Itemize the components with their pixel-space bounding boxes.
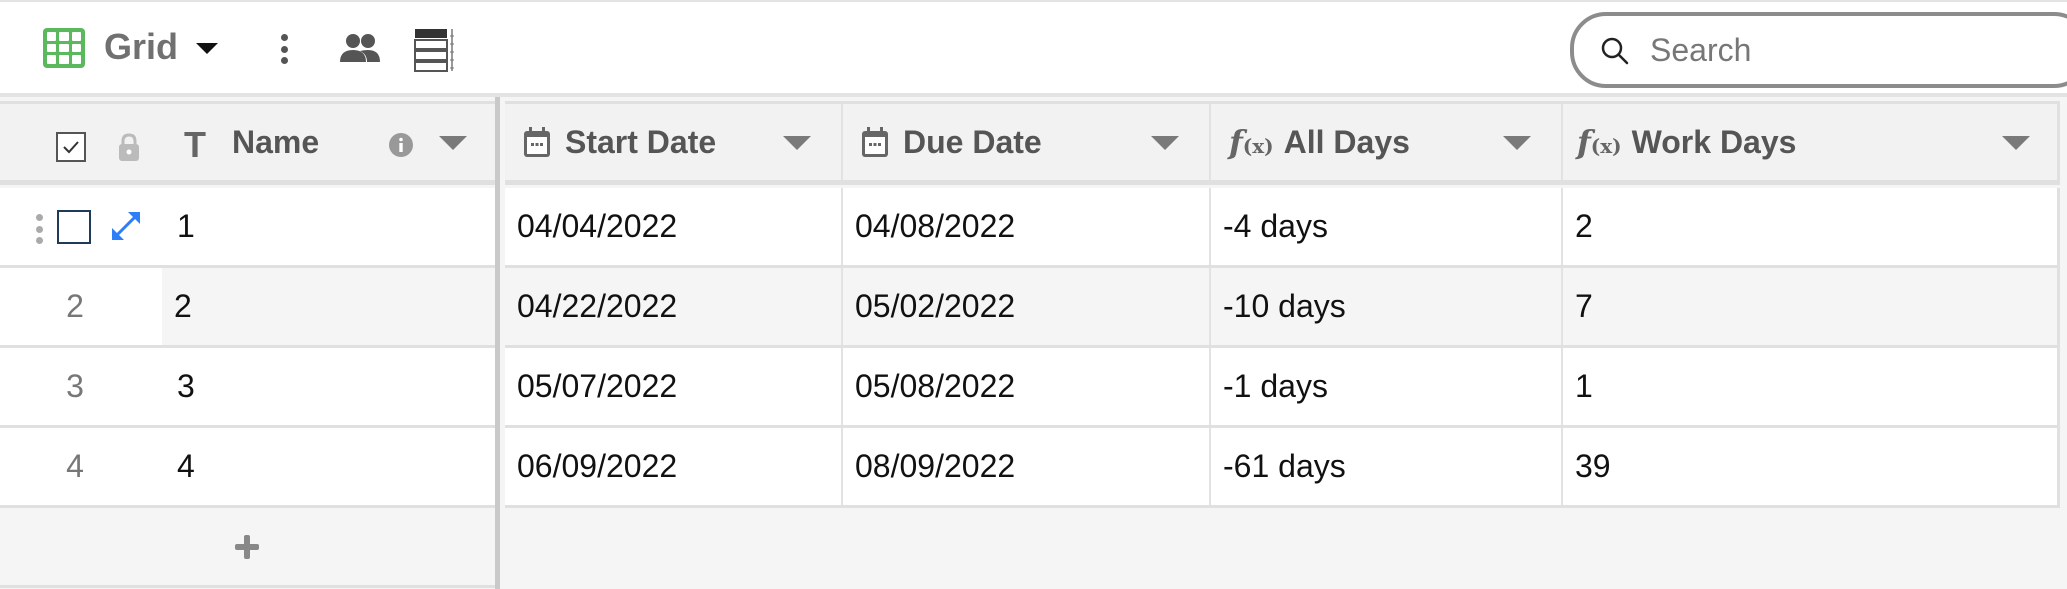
table-row[interactable]: 04/22/2022 05/02/2022 -10 days 7: [505, 268, 2060, 348]
formula-icon: f(x): [1577, 123, 1622, 161]
header-cell-due-date[interactable]: Due Date: [843, 104, 1211, 180]
column-label-start-date: Start Date: [565, 123, 717, 160]
lock-icon: [119, 133, 139, 161]
column-label-all-days: All Days: [1283, 123, 1410, 160]
calendar-icon: [524, 127, 550, 157]
cell-name[interactable]: 2: [162, 268, 495, 345]
column-label-due-date: Due Date: [903, 123, 1042, 160]
header-cell-name[interactable]: T Name: [0, 104, 495, 180]
column-label-work-days: Work Days: [1631, 123, 1797, 160]
caret-down-icon[interactable]: [2002, 136, 2030, 150]
cell-name[interactable]: 1: [165, 188, 495, 265]
cell-work-days[interactable]: 7: [1563, 268, 2057, 345]
cell-due-date[interactable]: 08/09/2022: [843, 428, 1211, 505]
scrolling-pane: Start Date Due Date f(x) All Days f(x) W…: [505, 97, 2067, 589]
view-name-button[interactable]: Grid: [104, 26, 178, 68]
plus-icon: [234, 534, 259, 559]
expand-record-icon[interactable]: [110, 210, 142, 242]
cell-work-days[interactable]: 1: [1563, 348, 2057, 425]
scrolling-header: Start Date Due Date f(x) All Days f(x) W…: [505, 101, 2060, 185]
search-icon: [1601, 37, 1629, 65]
frozen-pane: T Name 1 2 2 3 3 4 4: [0, 97, 500, 589]
header-cell-work-days[interactable]: f(x) Work Days: [1563, 104, 2060, 180]
table-row[interactable]: 4 4: [0, 428, 495, 508]
table-row[interactable]: 06/09/2022 08/09/2022 -61 days 39: [505, 428, 2060, 508]
cell-name[interactable]: 4: [165, 428, 495, 505]
column-label-name: Name: [232, 124, 320, 160]
caret-down-icon[interactable]: [439, 136, 467, 150]
cell-due-date[interactable]: 04/08/2022: [843, 188, 1211, 265]
caret-down-icon[interactable]: [783, 136, 811, 150]
header-cell-all-days[interactable]: f(x) All Days: [1211, 104, 1563, 180]
cell-all-days[interactable]: -61 days: [1211, 428, 1563, 505]
search-input[interactable]: [1650, 28, 2050, 72]
cell-start-date[interactable]: 05/07/2022: [505, 348, 843, 425]
row-number: 2: [66, 288, 84, 324]
cell-all-days[interactable]: -1 days: [1211, 348, 1563, 425]
table-row[interactable]: 1: [0, 188, 495, 268]
row-number: 4: [66, 448, 84, 484]
formula-icon: f(x): [1229, 123, 1274, 161]
grid-view-icon[interactable]: [43, 28, 85, 68]
cell-due-date[interactable]: 05/02/2022: [843, 268, 1211, 345]
cell-due-date[interactable]: 05/08/2022: [843, 348, 1211, 425]
cell-all-days[interactable]: -4 days: [1211, 188, 1563, 265]
calendar-icon: [862, 127, 888, 157]
table-row[interactable]: 05/07/2022 05/08/2022 -1 days 1: [505, 348, 2060, 428]
info-icon[interactable]: [388, 132, 414, 158]
cell-name[interactable]: 3: [165, 348, 495, 425]
more-vertical-icon[interactable]: [280, 34, 288, 64]
add-row-button[interactable]: [0, 508, 495, 588]
caret-down-icon[interactable]: [1503, 136, 1531, 150]
caret-down-icon[interactable]: [1151, 136, 1179, 150]
frozen-header: T Name: [0, 101, 495, 185]
table-row[interactable]: 04/04/2022 04/08/2022 -4 days 2: [505, 188, 2060, 268]
drag-handle-icon[interactable]: [36, 214, 44, 244]
cell-all-days[interactable]: -10 days: [1211, 268, 1563, 345]
header-cell-start-date[interactable]: Start Date: [505, 104, 843, 180]
toolbar: Grid: [0, 0, 2067, 97]
select-all-checkbox[interactable]: [56, 132, 86, 162]
row-height-icon[interactable]: [414, 28, 456, 72]
cell-start-date[interactable]: 04/22/2022: [505, 268, 843, 345]
cell-work-days[interactable]: 39: [1563, 428, 2057, 505]
row-checkbox[interactable]: [57, 210, 91, 244]
table-row[interactable]: 3 3: [0, 348, 495, 428]
caret-down-icon[interactable]: [196, 43, 218, 54]
data-grid: T Name 1 2 2 3 3 4 4 Start Date Due Date…: [0, 97, 2067, 589]
cell-start-date[interactable]: 06/09/2022: [505, 428, 843, 505]
cell-start-date[interactable]: 04/04/2022: [505, 188, 843, 265]
search-box[interactable]: [1570, 12, 2067, 88]
text-type-icon: T: [184, 124, 206, 165]
row-number: 3: [66, 368, 84, 404]
table-row[interactable]: 2 2: [0, 268, 495, 348]
cell-work-days[interactable]: 2: [1563, 188, 2057, 265]
people-icon[interactable]: [340, 32, 380, 64]
